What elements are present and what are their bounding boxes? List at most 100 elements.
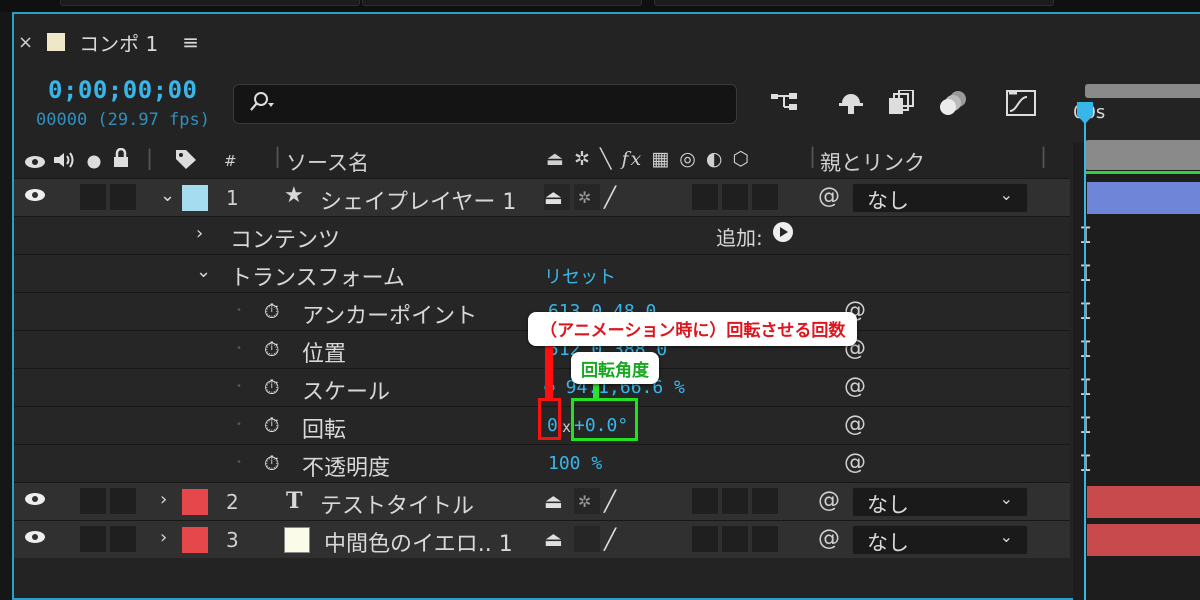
parent-select[interactable]: なし ⌄ <box>852 487 1028 517</box>
pickwhip-icon[interactable]: @ <box>818 526 840 551</box>
annotation-red-highlight-box <box>538 398 561 440</box>
property-contents-row[interactable]: › コンテンツ 追加: <box>14 216 1070 254</box>
chevron-down-icon[interactable]: ⌄ <box>196 261 211 282</box>
label-column-icon[interactable] <box>174 148 198 175</box>
property-position-label[interactable]: 位置 <box>302 336 346 368</box>
toolbar-segment <box>362 0 642 6</box>
adjustment-switch[interactable] <box>722 184 748 210</box>
motion-blur-switch[interactable] <box>692 488 718 514</box>
3d-switch[interactable] <box>752 488 778 514</box>
add-menu-icon[interactable] <box>772 221 794 248</box>
expression-pickwhip-icon[interactable]: @ <box>844 412 866 437</box>
parent-link-header[interactable]: 親とリンク <box>820 147 925 177</box>
lock-toggle[interactable] <box>110 526 136 552</box>
layer-number: 1 <box>226 186 239 210</box>
label-color-swatch[interactable] <box>182 185 208 211</box>
toolbar-segment <box>60 0 360 6</box>
parent-select[interactable]: なし ⌄ <box>852 525 1028 555</box>
solo-column-icon[interactable] <box>86 151 102 175</box>
quality-icon[interactable]: ╱ <box>604 489 616 513</box>
layer-name[interactable]: 中間色のイエロ.. 1 <box>324 526 513 558</box>
expression-pickwhip-icon[interactable]: @ <box>844 450 866 475</box>
eye-icon[interactable] <box>24 529 46 550</box>
frame-blend-icon[interactable] <box>884 88 918 118</box>
property-opacity-label[interactable]: 不透明度 <box>302 450 390 482</box>
shy-icon[interactable]: ⏏ <box>544 185 563 209</box>
label-color-swatch[interactable] <box>182 489 208 515</box>
lock-toggle[interactable] <box>110 184 136 210</box>
layer-3-duration-bar[interactable] <box>1087 524 1200 556</box>
property-scale-label[interactable]: スケール <box>302 374 390 406</box>
3d-switch[interactable] <box>752 184 778 210</box>
stopwatch-icon[interactable]: ⏱ <box>264 413 280 437</box>
property-transform-row[interactable]: ⌄ トランスフォーム リセット <box>14 254 1070 292</box>
comp-tab[interactable]: × コンポ 1 ≡ <box>18 28 199 56</box>
collapse-icon[interactable]: ✲ <box>578 492 591 511</box>
layer-row-2[interactable]: › 2 T テストタイトル ⏏ ✲ ╱ @ なし ⌄ <box>14 482 1070 520</box>
layer-name[interactable]: シェイプレイヤー 1 <box>320 184 516 216</box>
chevron-right-icon[interactable]: › <box>160 489 167 510</box>
chevron-down-icon[interactable]: ⌄ <box>160 185 175 206</box>
layer-1-duration-bar[interactable] <box>1087 182 1200 214</box>
close-icon[interactable]: × <box>18 32 33 53</box>
search-input[interactable] <box>233 84 737 124</box>
switches-header-icons: ⏏ ✲ ╲ fx ▦ ◎ ◐ ⬡ <box>546 148 752 170</box>
quality-icon[interactable]: ╱ <box>604 527 616 551</box>
solo-toggle[interactable] <box>80 526 106 552</box>
chevron-right-icon[interactable]: › <box>196 223 203 244</box>
layer-row-3[interactable]: › 3 中間色のイエロ.. 1 ⏏ ╱ @ なし ⌄ <box>14 520 1070 558</box>
solo-toggle[interactable] <box>80 488 106 514</box>
lock-column-icon[interactable] <box>112 147 130 173</box>
top-strip <box>0 0 1200 12</box>
motion-blur-icon[interactable] <box>936 88 970 118</box>
audio-column-icon[interactable] <box>52 150 76 174</box>
eye-column-icon[interactable] <box>24 151 46 175</box>
collapse-icon[interactable]: ✲ <box>578 188 591 207</box>
motion-blur-switch[interactable] <box>692 526 718 552</box>
layer-number: 3 <box>226 528 239 552</box>
property-contents-label[interactable]: コンテンツ <box>230 222 340 254</box>
time-navigator[interactable] <box>1085 84 1200 98</box>
chevron-right-icon[interactable]: › <box>160 527 167 548</box>
stopwatch-icon[interactable]: ⏱ <box>264 451 280 475</box>
layer-2-duration-bar[interactable] <box>1087 486 1200 518</box>
current-timecode[interactable]: 0;00;00;00 <box>48 76 198 104</box>
source-name-header[interactable]: ソース名 <box>286 147 369 177</box>
work-area-bar[interactable] <box>1085 140 1200 170</box>
adjustment-switch[interactable] <box>722 526 748 552</box>
shy-icon[interactable] <box>834 88 868 118</box>
adjustment-switch[interactable] <box>722 488 748 514</box>
expression-pickwhip-icon[interactable]: @ <box>844 374 866 399</box>
tab-title[interactable]: コンポ 1 <box>79 28 158 57</box>
motion-blur-switch[interactable] <box>692 184 718 210</box>
lock-toggle[interactable] <box>110 488 136 514</box>
panel-menu-icon[interactable]: ≡ <box>182 30 199 54</box>
collapse-switch[interactable] <box>574 526 600 552</box>
shy-icon[interactable]: ⏏ <box>544 489 563 513</box>
pickwhip-icon[interactable]: @ <box>818 488 840 513</box>
3d-switch[interactable] <box>752 526 778 552</box>
property-opacity-row[interactable]: • ⏱ 不透明度 100 % @ <box>14 444 1070 482</box>
graph-editor-icon[interactable] <box>1004 88 1038 118</box>
property-anchor-label[interactable]: アンカーポイント <box>302 298 477 330</box>
stopwatch-icon[interactable]: ⏱ <box>264 299 280 323</box>
layer-name[interactable]: テストタイトル <box>320 488 474 520</box>
stopwatch-icon[interactable]: ⏱ <box>264 337 280 361</box>
layer-row-1[interactable]: ⌄ 1 ★ シェイプレイヤー 1 ⏏ ✲ ╱ @ なし ⌄ <box>14 178 1070 216</box>
property-transform-label[interactable]: トランスフォーム <box>230 260 405 292</box>
solo-toggle[interactable] <box>80 184 106 210</box>
pickwhip-icon[interactable]: @ <box>818 184 840 209</box>
label-color-swatch[interactable] <box>182 527 208 553</box>
opacity-value[interactable]: 100 % <box>548 453 602 474</box>
playhead-line[interactable] <box>1084 108 1086 600</box>
flowchart-icon[interactable] <box>768 88 802 118</box>
property-rotation-label[interactable]: 回転 <box>302 412 346 444</box>
eye-icon[interactable] <box>24 491 46 512</box>
timeline-area[interactable]: 00s I I I I I I I <box>1073 78 1200 600</box>
parent-select[interactable]: なし ⌄ <box>852 183 1028 213</box>
reset-link[interactable]: リセット <box>544 263 616 289</box>
quality-icon[interactable]: ╱ <box>604 185 616 209</box>
stopwatch-icon[interactable]: ⏱ <box>264 375 280 399</box>
shy-icon[interactable]: ⏏ <box>544 527 563 551</box>
eye-icon[interactable] <box>24 187 46 208</box>
